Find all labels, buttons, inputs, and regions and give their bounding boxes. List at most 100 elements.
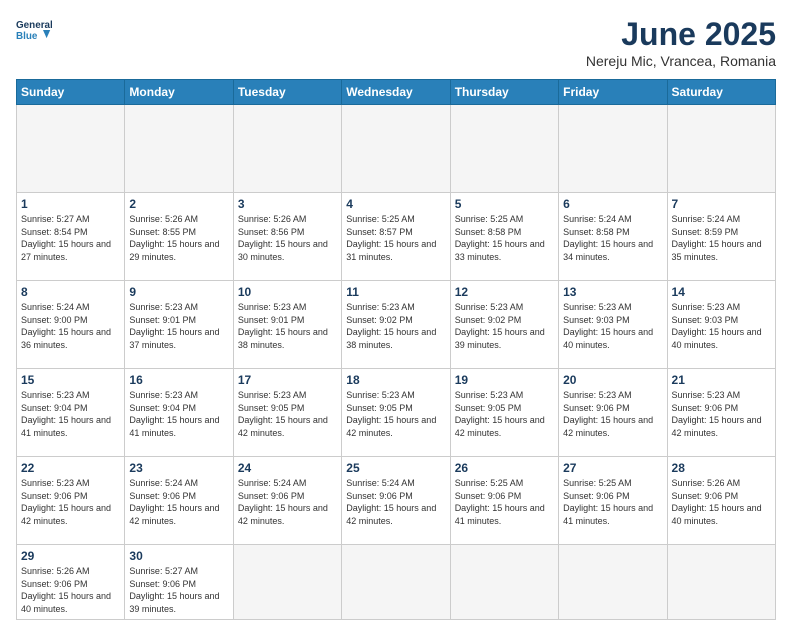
day-number: 13 bbox=[563, 285, 662, 299]
calendar-subtitle: Nereju Mic, Vrancea, Romania bbox=[586, 53, 776, 69]
table-row: 16 Sunrise: 5:23 AMSunset: 9:04 PMDayligh… bbox=[125, 369, 233, 457]
calendar-week-row: 8 Sunrise: 5:24 AMSunset: 9:00 PMDaylight… bbox=[17, 281, 776, 369]
day-number: 1 bbox=[21, 197, 120, 211]
day-info: Sunrise: 5:24 AMSunset: 9:06 PMDaylight:… bbox=[129, 477, 228, 527]
table-row: 11Sunrise: 5:23 AMSunset: 9:02 PMDayligh… bbox=[342, 281, 450, 369]
table-row bbox=[233, 105, 341, 193]
day-info: Sunrise: 5:23 AMSunset: 9:01 PMDaylight:… bbox=[238, 301, 337, 351]
table-row: 14 Sunrise: 5:23 AMSunset: 9:03 PMDayligh… bbox=[667, 281, 775, 369]
day-number: 29 bbox=[21, 549, 120, 563]
day-number: 18 bbox=[346, 373, 445, 387]
header: General Blue June 2025 Nereju Mic, Vranc… bbox=[16, 16, 776, 69]
table-row: 5 Sunrise: 5:25 AMSunset: 8:58 PMDaylight… bbox=[450, 193, 558, 281]
day-number: 6 bbox=[563, 197, 662, 211]
day-number: 21 bbox=[672, 373, 771, 387]
col-monday: Monday bbox=[125, 80, 233, 105]
day-info: Sunrise: 5:23 AMSunset: 9:04 PMDaylight:… bbox=[129, 389, 228, 439]
calendar-week-row: 29 Sunrise: 5:26 AMSunset: 9:06 PMDayligh… bbox=[17, 545, 776, 620]
day-info: Sunrise: 5:24 AMSunset: 9:00 PMDaylight:… bbox=[21, 301, 120, 351]
day-info: Sunrise: 5:26 AMSunset: 9:06 PMDaylight:… bbox=[672, 477, 771, 527]
table-row bbox=[450, 105, 558, 193]
calendar-table: Sunday Monday Tuesday Wednesday Thursday… bbox=[16, 79, 776, 620]
day-info: Sunrise: 5:23 AMSunset: 9:05 PMDaylight:… bbox=[238, 389, 337, 439]
day-info: Sunrise: 5:26 AMSunset: 9:06 PMDaylight:… bbox=[21, 565, 120, 615]
day-info: Sunrise: 5:26 AMSunset: 8:55 PMDaylight:… bbox=[129, 213, 228, 263]
day-number: 9 bbox=[129, 285, 228, 299]
day-number: 20 bbox=[563, 373, 662, 387]
svg-text:General: General bbox=[16, 20, 52, 31]
logo: General Blue bbox=[16, 16, 56, 44]
table-row: 19Sunrise: 5:23 AMSunset: 9:05 PMDayligh… bbox=[450, 369, 558, 457]
day-number: 4 bbox=[346, 197, 445, 211]
table-row: 15 Sunrise: 5:23 AMSunset: 9:04 PMDayligh… bbox=[17, 369, 125, 457]
day-info: Sunrise: 5:27 AMSunset: 9:06 PMDaylight:… bbox=[129, 565, 228, 615]
col-sunday: Sunday bbox=[17, 80, 125, 105]
day-number: 24 bbox=[238, 461, 337, 475]
day-info: Sunrise: 5:23 AMSunset: 9:03 PMDaylight:… bbox=[563, 301, 662, 351]
day-info: Sunrise: 5:24 AMSunset: 8:59 PMDaylight:… bbox=[672, 213, 771, 263]
table-row: 29 Sunrise: 5:26 AMSunset: 9:06 PMDayligh… bbox=[17, 545, 125, 620]
day-number: 22 bbox=[21, 461, 120, 475]
day-info: Sunrise: 5:23 AMSunset: 9:05 PMDaylight:… bbox=[346, 389, 445, 439]
day-info: Sunrise: 5:25 AMSunset: 9:06 PMDaylight:… bbox=[455, 477, 554, 527]
day-number: 25 bbox=[346, 461, 445, 475]
table-row: 17 Sunrise: 5:23 AMSunset: 9:05 PMDayligh… bbox=[233, 369, 341, 457]
day-number: 10 bbox=[238, 285, 337, 299]
day-info: Sunrise: 5:23 AMSunset: 9:06 PMDaylight:… bbox=[21, 477, 120, 527]
day-number: 5 bbox=[455, 197, 554, 211]
day-info: Sunrise: 5:23 AMSunset: 9:06 PMDaylight:… bbox=[563, 389, 662, 439]
table-row: 7Sunrise: 5:24 AMSunset: 8:59 PMDaylight… bbox=[667, 193, 775, 281]
table-row: 30Sunrise: 5:27 AMSunset: 9:06 PMDayligh… bbox=[125, 545, 233, 620]
day-info: Sunrise: 5:23 AMSunset: 9:02 PMDaylight:… bbox=[346, 301, 445, 351]
day-number: 16 bbox=[129, 373, 228, 387]
col-saturday: Saturday bbox=[667, 80, 775, 105]
day-info: Sunrise: 5:23 AMSunset: 9:04 PMDaylight:… bbox=[21, 389, 120, 439]
day-number: 23 bbox=[129, 461, 228, 475]
calendar-week-row: 15 Sunrise: 5:23 AMSunset: 9:04 PMDayligh… bbox=[17, 369, 776, 457]
day-number: 8 bbox=[21, 285, 120, 299]
day-number: 27 bbox=[563, 461, 662, 475]
table-row: 21 Sunrise: 5:23 AMSunset: 9:06 PMDayligh… bbox=[667, 369, 775, 457]
table-row: 22 Sunrise: 5:23 AMSunset: 9:06 PMDayligh… bbox=[17, 457, 125, 545]
day-info: Sunrise: 5:25 AMSunset: 8:58 PMDaylight:… bbox=[455, 213, 554, 263]
day-info: Sunrise: 5:25 AMSunset: 9:06 PMDaylight:… bbox=[563, 477, 662, 527]
table-row bbox=[342, 105, 450, 193]
table-row: 23 Sunrise: 5:24 AMSunset: 9:06 PMDayligh… bbox=[125, 457, 233, 545]
day-number: 15 bbox=[21, 373, 120, 387]
day-number: 3 bbox=[238, 197, 337, 211]
day-info: Sunrise: 5:26 AMSunset: 8:56 PMDaylight:… bbox=[238, 213, 337, 263]
day-info: Sunrise: 5:24 AMSunset: 9:06 PMDaylight:… bbox=[346, 477, 445, 527]
table-row bbox=[233, 545, 341, 620]
table-row: 10 Sunrise: 5:23 AMSunset: 9:01 PMDayligh… bbox=[233, 281, 341, 369]
day-info: Sunrise: 5:24 AMSunset: 8:58 PMDaylight:… bbox=[563, 213, 662, 263]
day-number: 26 bbox=[455, 461, 554, 475]
calendar-header-row: Sunday Monday Tuesday Wednesday Thursday… bbox=[17, 80, 776, 105]
day-number: 12 bbox=[455, 285, 554, 299]
table-row: 20 Sunrise: 5:23 AMSunset: 9:06 PMDayligh… bbox=[559, 369, 667, 457]
table-row: 2 Sunrise: 5:26 AMSunset: 8:55 PMDaylight… bbox=[125, 193, 233, 281]
table-row: 18 Sunrise: 5:23 AMSunset: 9:05 PMDayligh… bbox=[342, 369, 450, 457]
table-row bbox=[17, 105, 125, 193]
col-tuesday: Tuesday bbox=[233, 80, 341, 105]
day-number: 2 bbox=[129, 197, 228, 211]
day-number: 14 bbox=[672, 285, 771, 299]
table-row: 1Sunrise: 5:27 AMSunset: 8:54 PMDaylight… bbox=[17, 193, 125, 281]
svg-text:Blue: Blue bbox=[16, 31, 38, 42]
table-row bbox=[342, 545, 450, 620]
day-info: Sunrise: 5:25 AMSunset: 8:57 PMDaylight:… bbox=[346, 213, 445, 263]
calendar-week-row bbox=[17, 105, 776, 193]
day-info: Sunrise: 5:23 AMSunset: 9:06 PMDaylight:… bbox=[672, 389, 771, 439]
day-number: 17 bbox=[238, 373, 337, 387]
day-info: Sunrise: 5:24 AMSunset: 9:06 PMDaylight:… bbox=[238, 477, 337, 527]
day-info: Sunrise: 5:23 AMSunset: 9:05 PMDaylight:… bbox=[455, 389, 554, 439]
table-row: 3 Sunrise: 5:26 AMSunset: 8:56 PMDaylight… bbox=[233, 193, 341, 281]
table-row bbox=[667, 545, 775, 620]
table-row bbox=[450, 545, 558, 620]
day-info: Sunrise: 5:23 AMSunset: 9:02 PMDaylight:… bbox=[455, 301, 554, 351]
table-row: 6 Sunrise: 5:24 AMSunset: 8:58 PMDaylight… bbox=[559, 193, 667, 281]
calendar-title: June 2025 bbox=[586, 16, 776, 53]
table-row bbox=[559, 105, 667, 193]
day-info: Sunrise: 5:23 AMSunset: 9:03 PMDaylight:… bbox=[672, 301, 771, 351]
col-thursday: Thursday bbox=[450, 80, 558, 105]
col-friday: Friday bbox=[559, 80, 667, 105]
